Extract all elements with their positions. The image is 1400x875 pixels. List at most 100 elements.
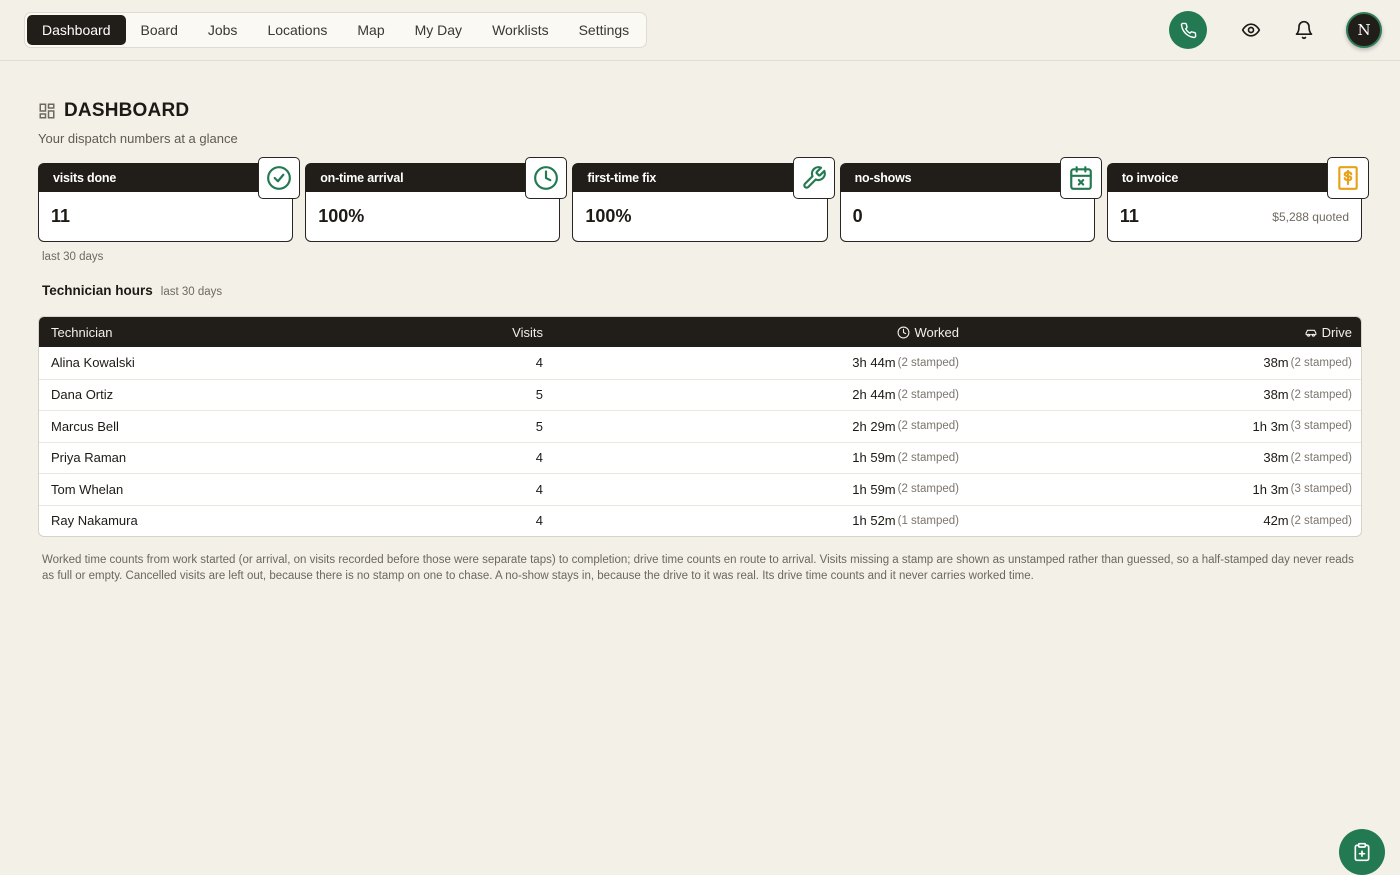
- worked-stamp: (1 stamped): [897, 514, 959, 527]
- worked-stamp: (2 stamped): [897, 451, 959, 464]
- user-avatar[interactable]: N: [1346, 12, 1382, 48]
- table-row[interactable]: Priya Raman 4 1h 59m (2 stamped) 38m (2 st…: [39, 441, 1361, 474]
- technician-name: Ray Nakamura: [51, 513, 138, 529]
- card-value: 11: [51, 206, 71, 226]
- worked-time: 1h 59m: [852, 481, 896, 497]
- methodology-footnote: Worked time counts from work started (or…: [42, 554, 1354, 582]
- dashboard-grid-icon: [39, 103, 55, 119]
- worked-stamp: (2 stamped): [897, 483, 959, 496]
- card-value: 11: [1119, 206, 1139, 226]
- technician-name: Tom Whelan: [51, 481, 124, 497]
- visits-count: 4: [535, 450, 543, 466]
- card-first-time-fix[interactable]: first-time fix 100%: [572, 157, 835, 242]
- worked-header-label: Worked: [914, 324, 959, 340]
- column-header-drive[interactable]: Drive: [959, 325, 1352, 340]
- column-header-visits[interactable]: Visits: [469, 325, 543, 340]
- clipboard-plus-icon: [1354, 842, 1370, 862]
- nav-item-my-day[interactable]: My Day: [400, 15, 477, 45]
- drive-stamp: (2 stamped): [1290, 356, 1352, 369]
- drive-time: 38m: [1263, 355, 1289, 371]
- table-row[interactable]: Marcus Bell 5 2h 29m (2 stamped) 1h 3m (3 …: [39, 410, 1361, 442]
- card-label: on-time arrival: [305, 163, 561, 192]
- drive-stamp: (2 stamped): [1290, 451, 1352, 464]
- table-row[interactable]: Ray Nakamura 4 1h 52m (1 stamped) 42m (2 s…: [39, 504, 1361, 537]
- card-on-time-arrival[interactable]: on-time arrival 100%: [305, 157, 568, 242]
- worked-stamp: (2 stamped): [897, 356, 959, 369]
- drive-time: 42m: [1263, 513, 1289, 529]
- eye-icon: [1241, 23, 1261, 37]
- worked-time: 1h 59m: [852, 450, 896, 466]
- table-row[interactable]: Dana Ortiz 5 2h 44m (2 stamped) 38m (2 sta…: [39, 378, 1361, 411]
- visits-count: 4: [535, 355, 543, 371]
- technician-hours-table: Technician Visits Worked Drive Alina Kow…: [38, 316, 1362, 537]
- drive-time: 38m: [1263, 450, 1289, 466]
- phone-icon: [1180, 22, 1196, 38]
- worked-time: 2h 29m: [852, 418, 896, 434]
- car-icon: [1305, 329, 1317, 337]
- card-label: no-shows: [839, 163, 1095, 192]
- drive-time: 1h 3m: [1252, 418, 1289, 434]
- nav-item-locations[interactable]: Locations: [252, 15, 342, 45]
- drive-time: 1h 3m: [1252, 481, 1289, 497]
- table-row[interactable]: Alina Kowalski 4 3h 44m (2 stamped) 38m (2…: [39, 347, 1361, 379]
- card-value: 100%: [318, 206, 365, 226]
- column-header-worked[interactable]: Worked: [543, 325, 959, 340]
- nav-item-board[interactable]: Board: [126, 15, 193, 45]
- wrench-icon: [802, 166, 826, 189]
- quoted-amount: $5,288 quoted: [1272, 209, 1350, 224]
- call-button[interactable]: [1169, 11, 1207, 49]
- worked-time: 2h 44m: [852, 387, 896, 403]
- technician-name: Marcus Bell: [51, 418, 119, 434]
- column-header-technician[interactable]: Technician: [39, 325, 469, 340]
- invoice-dollar-icon: [1338, 166, 1358, 190]
- visits-count: 4: [535, 513, 543, 529]
- table-row[interactable]: Tom Whelan 4 1h 59m (2 stamped) 1h 3m (3 s…: [39, 473, 1361, 505]
- bell-icon: [1295, 20, 1313, 40]
- clock-icon: [897, 326, 910, 338]
- card-label: to invoice: [1106, 163, 1363, 192]
- section-subtitle: last 30 days: [160, 286, 223, 298]
- page-subtitle: Your dispatch numbers at a glance: [38, 131, 238, 146]
- nav-item-settings[interactable]: Settings: [564, 15, 645, 45]
- section-heading: Technician hours last 30 days: [42, 283, 222, 298]
- top-actions: N: [1169, 11, 1382, 49]
- visits-count: 5: [535, 387, 543, 403]
- worked-time: 1h 52m: [852, 513, 896, 529]
- worked-stamp: (2 stamped): [897, 388, 959, 401]
- clock-icon: [534, 166, 559, 190]
- card-to-invoice[interactable]: to invoice 11 $5,288 quoted: [1106, 157, 1370, 242]
- section-title: Technician hours: [42, 283, 153, 298]
- nav-item-dashboard[interactable]: Dashboard: [27, 15, 126, 45]
- card-label: visits done: [38, 163, 294, 192]
- drive-stamp: (3 stamped): [1290, 420, 1352, 433]
- new-job-fab-button[interactable]: [1339, 829, 1385, 875]
- card-visits-done[interactable]: visits done 11: [38, 157, 301, 242]
- check-circle-icon: [267, 166, 292, 190]
- page-header: DASHBOARD Your dispatch numbers at a gla…: [38, 100, 238, 146]
- nav-item-jobs[interactable]: Jobs: [193, 15, 253, 45]
- calendar-x-icon: [1069, 166, 1092, 190]
- kpi-cards: visits done 11 on-time arrival 100% firs…: [38, 157, 1370, 242]
- drive-stamp: (2 stamped): [1290, 388, 1352, 401]
- card-value: 0: [852, 206, 863, 226]
- worked-time: 3h 44m: [852, 355, 896, 371]
- top-bar: Dashboard Board Jobs Locations Map My Da…: [0, 0, 1400, 61]
- worked-stamp: (2 stamped): [897, 420, 959, 433]
- card-label: first-time fix: [572, 163, 828, 192]
- drive-time: 38m: [1263, 387, 1289, 403]
- technician-name: Priya Raman: [51, 450, 127, 466]
- technician-name: Alina Kowalski: [51, 355, 135, 371]
- table-header: Technician Visits Worked Drive: [39, 317, 1361, 347]
- nav-item-map[interactable]: Map: [342, 15, 399, 45]
- card-no-shows[interactable]: no-shows 0: [839, 157, 1102, 242]
- range-label: last 30 days: [42, 251, 104, 263]
- page-title: DASHBOARD: [64, 100, 190, 121]
- main-nav: Dashboard Board Jobs Locations Map My Da…: [24, 12, 648, 48]
- nav-item-worklists[interactable]: Worklists: [477, 15, 564, 45]
- drive-stamp: (2 stamped): [1290, 514, 1352, 527]
- notifications-button[interactable]: [1293, 19, 1315, 41]
- visits-count: 5: [535, 418, 543, 434]
- drive-stamp: (3 stamped): [1290, 483, 1352, 496]
- visits-count: 4: [535, 481, 543, 497]
- view-toggle-button[interactable]: [1240, 19, 1262, 41]
